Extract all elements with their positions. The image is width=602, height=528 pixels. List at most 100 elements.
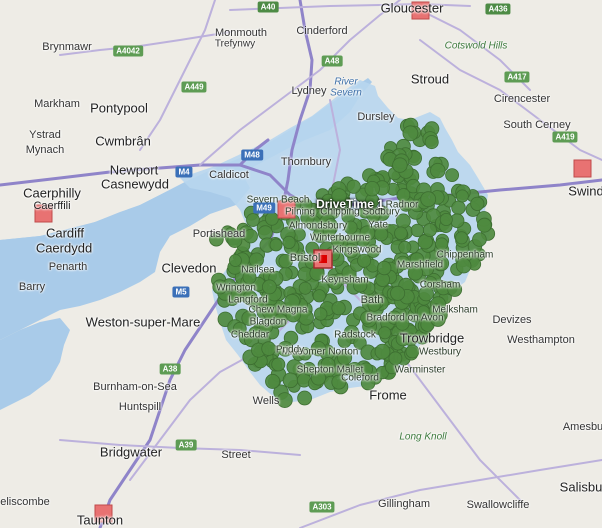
drivetime-point[interactable]: [261, 341, 276, 356]
drivetime-point[interactable]: [392, 157, 408, 173]
drivetime-point[interactable]: [420, 191, 437, 208]
drivetime-point[interactable]: [331, 301, 346, 316]
label-mynach: Mynach: [25, 144, 65, 156]
label-eliscombe: eliscombe: [0, 496, 50, 508]
label-nailsea: Nailsea: [241, 264, 275, 276]
label-cotswold-hills: Cotswold Hills: [444, 40, 508, 52]
drivetime-point[interactable]: [388, 351, 403, 366]
label-almondsbury: Almondsbury: [288, 220, 348, 232]
drivetime-point[interactable]: [364, 180, 380, 197]
drivetime-point[interactable]: [398, 240, 412, 254]
drivetime-point[interactable]: [456, 258, 472, 274]
drivetime-point[interactable]: [430, 162, 446, 179]
drivetime-point[interactable]: [261, 279, 277, 295]
shield-a449: A449: [181, 81, 207, 93]
label-caerffili: Caerffili: [33, 200, 71, 212]
label-gloucester: Gloucester: [380, 0, 444, 16]
label-cirencester: Cirencester: [493, 93, 551, 105]
shield-m5: M5: [172, 286, 190, 298]
label-long-knoll: Long Knoll: [399, 431, 447, 443]
drivetime-point[interactable]: [455, 231, 469, 245]
label-frome: Frome: [369, 387, 407, 403]
label-clevedon: Clevedon: [161, 260, 217, 276]
drivetime-point[interactable]: [228, 254, 242, 267]
label-amesbu: Amesbu: [562, 421, 602, 433]
label-taunton: Taunton: [76, 512, 124, 528]
drivetime-point[interactable]: [264, 211, 279, 226]
label-trowbridge: Trowbridge: [399, 330, 465, 346]
label-swallowcliffe: Swallowcliffe: [466, 499, 530, 511]
shield-a38: A38: [159, 363, 181, 375]
label-corsham: Corsham: [419, 279, 461, 291]
label-markham: Markham: [34, 98, 80, 110]
shield-a48: A48: [321, 55, 343, 67]
drivetime-point[interactable]: [282, 235, 296, 249]
label-yate: Yate: [368, 219, 388, 231]
label-bridgwater: Bridgwater: [99, 444, 163, 460]
shield-a303: A303: [309, 501, 335, 513]
drivetime-point[interactable]: [435, 237, 449, 251]
label-wells: Wells: [252, 395, 280, 407]
label-bath: Bath: [360, 294, 384, 306]
drivetime-point[interactable]: [374, 343, 391, 360]
drivetime-point[interactable]: [346, 179, 361, 194]
drivetime-point[interactable]: [455, 189, 469, 203]
label-gillingham: Gillingham: [378, 498, 430, 510]
label-salisbu: Salisbu: [559, 479, 602, 495]
label-kingswood: Kingswood: [332, 244, 382, 256]
drivetime-point[interactable]: [472, 232, 487, 247]
drivetime-point[interactable]: [405, 344, 420, 359]
label-weston-super-mare: Weston-super-Mare: [85, 314, 201, 330]
label-westbury: Westbury: [418, 346, 462, 358]
map-canvas[interactable]: Gloucester Monmouth Trefynwy Cinderford …: [0, 0, 602, 528]
drivetime-point[interactable]: [271, 357, 286, 372]
drivetime-point[interactable]: [312, 289, 326, 303]
label-caerphilly: Caerphilly: [23, 185, 81, 201]
drivetime-point[interactable]: [377, 260, 392, 276]
label-caerdydd: Caerdydd: [35, 240, 93, 256]
drivetime-point[interactable]: [298, 281, 312, 295]
label-pilning: Pilning: [284, 206, 316, 218]
label-lydney: Lydney: [291, 85, 327, 97]
drivetime-point[interactable]: [422, 222, 437, 237]
label-chippenham: Chippenham: [436, 249, 494, 261]
label-burnham-on-sea: Burnham-on-Sea: [93, 381, 177, 393]
label-langford: Langford: [228, 294, 268, 306]
label-wrington: Wrington: [216, 282, 256, 294]
label-brynmawr: Brynmawr: [42, 41, 92, 53]
label-cheddar: Cheddar: [230, 329, 270, 341]
drivetime-point[interactable]: [402, 125, 419, 142]
label-severn: Severn: [330, 87, 362, 99]
drivetime-point[interactable]: [314, 307, 328, 321]
drivetime-point[interactable]: [357, 253, 372, 268]
drivetime-point[interactable]: [394, 226, 408, 241]
drivetime-label: DriveTime 1: [316, 197, 384, 211]
label-river: River: [334, 76, 358, 88]
drivetime-point[interactable]: [439, 212, 453, 226]
label-street: Street: [221, 449, 251, 461]
label-huntspill: Huntspill: [118, 401, 162, 413]
shield-m49: M49: [253, 202, 275, 214]
drivetime-point[interactable]: [451, 200, 466, 215]
shield-m48: M48: [241, 149, 263, 161]
drivetime-point[interactable]: [476, 217, 492, 233]
label-caldicot: Caldicot: [209, 169, 249, 181]
drivetime-point[interactable]: [390, 285, 406, 301]
drivetime-point[interactable]: [297, 390, 313, 406]
drivetime-point[interactable]: [470, 196, 485, 211]
label-westhampton: Westhampton: [507, 334, 575, 346]
drivetime-point[interactable]: [378, 326, 392, 340]
site-marker-swindon[interactable]: [573, 159, 592, 178]
label-dursley: Dursley: [357, 111, 395, 123]
drivetime-point[interactable]: [265, 373, 281, 389]
label-swind: Swind: [568, 183, 602, 199]
drivetime-point[interactable]: [243, 228, 258, 244]
drivetime-point[interactable]: [410, 223, 425, 238]
label-pontypool: Pontypool: [90, 100, 148, 116]
drivetime-point[interactable]: [269, 238, 283, 252]
label-winterbourne: Winterbourne: [309, 232, 371, 244]
label-south-cerney: South Cerney: [503, 119, 571, 131]
drivetime-point[interactable]: [424, 135, 439, 150]
label-cardiff: Cardiff: [45, 225, 85, 241]
drivetime-point[interactable]: [445, 168, 460, 183]
